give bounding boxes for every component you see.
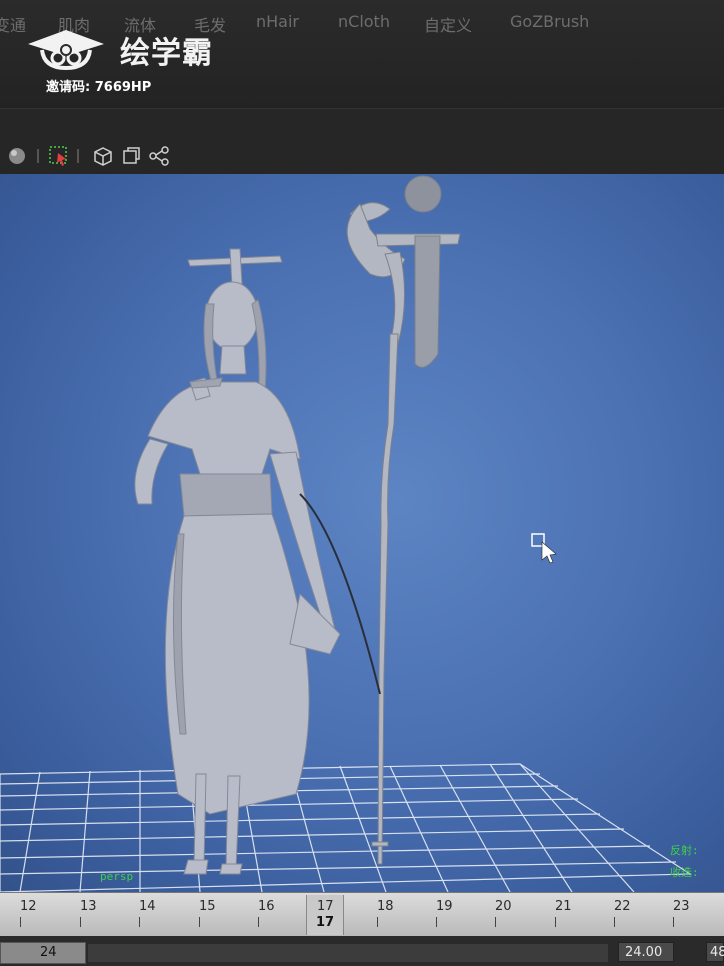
tick-mark: [673, 917, 674, 927]
tick-label: 14: [139, 899, 156, 914]
tick-label: 23: [673, 899, 690, 914]
range-end-field[interactable]: 24.00: [618, 942, 674, 962]
tick-label: 19: [436, 899, 453, 914]
range-start-value: 24: [40, 945, 57, 960]
time-slider[interactable]: 12 13 14 15 16 17 18 19 20 21 22 23 17: [0, 892, 724, 937]
tick-mark: [139, 917, 140, 927]
menu-item-gozbrush[interactable]: GoZBrush: [510, 12, 589, 31]
tick-label: 12: [20, 899, 37, 914]
tick-label: 13: [80, 899, 97, 914]
tick-label: 20: [495, 899, 512, 914]
separator-icon: [37, 149, 39, 163]
tick-label: 15: [199, 899, 216, 914]
menu-item-nhair[interactable]: nHair: [256, 12, 299, 31]
tick-mark: [377, 917, 378, 927]
watermark-invite-code: 邀请码: 7669HP: [46, 80, 152, 95]
tick-label: 18: [377, 899, 394, 914]
camera-label: persp: [100, 870, 134, 883]
menu-bar: 变通 肌肉 流体 毛发 nHair nCloth 自定义 GoZBrush 绘学…: [0, 0, 724, 108]
range-slider-track[interactable]: [88, 944, 608, 962]
frame-icon[interactable]: [120, 145, 142, 167]
menu-item-1[interactable]: 变通: [0, 12, 26, 36]
hud-reflect-label: 反射:: [670, 844, 699, 857]
separator-icon-2: [77, 149, 79, 163]
watermark-name: 绘学霸: [120, 36, 213, 71]
sphere-shade-icon[interactable]: [6, 145, 28, 167]
hud-select-label: 收选:: [670, 866, 699, 879]
staff-model: [346, 175, 461, 865]
menu-item-custom[interactable]: 自定义: [424, 12, 472, 36]
tick-mark: [80, 917, 81, 927]
tool-shelf: [0, 108, 724, 175]
tick-label: 16: [258, 899, 275, 914]
tick-mark: [495, 917, 496, 927]
scene-canvas: [0, 175, 692, 892]
tick-mark: [258, 917, 259, 927]
share-nodes-icon[interactable]: [148, 145, 170, 167]
mouse-cursor-icon: [531, 533, 557, 564]
select-tool-icon[interactable]: [48, 145, 70, 167]
tick-mark: [20, 917, 21, 927]
logo-cap-icon: [28, 30, 104, 71]
tick-mark: [614, 917, 615, 927]
tick-mark: [555, 917, 556, 927]
cube-icon[interactable]: [92, 145, 114, 167]
tick-label: 21: [555, 899, 572, 914]
range-slider-bar: 24 24.00 48: [0, 936, 724, 966]
tick-mark: [199, 917, 200, 927]
3d-viewport[interactable]: persp 反射: 收选:: [0, 174, 724, 892]
animation-end-field[interactable]: 48: [706, 942, 724, 962]
tick-label: 22: [614, 899, 631, 914]
menu-item-ncloth[interactable]: nCloth: [338, 12, 390, 31]
tick-label: 17: [317, 899, 334, 914]
tick-mark: [436, 917, 437, 927]
current-frame-number: 17: [316, 915, 335, 930]
